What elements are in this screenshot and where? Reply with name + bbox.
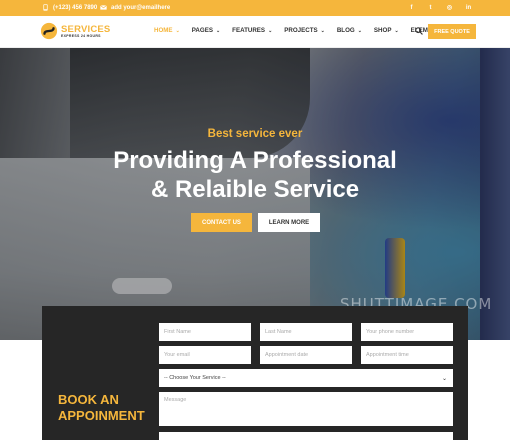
nav-item-label: PROJECTS (284, 27, 318, 34)
last-name-field[interactable]: Last Name (260, 323, 352, 341)
nav-item-label: HOME (154, 27, 173, 34)
service-select[interactable]: -- Choose Your Service -- ⌄ (159, 369, 453, 387)
free-quote-button[interactable]: FREE QUOTE (428, 24, 476, 39)
learn-more-button[interactable]: LEARN MORE (258, 213, 320, 232)
nav-menu: HOME ⌄ PAGES ⌄ FEATURES ⌄ PROJECTS ⌄ BLOG ⌄ S… (154, 27, 452, 34)
hero-title-line-1: Providing A Professional (113, 147, 397, 174)
chevron-down-icon: ⌄ (268, 27, 273, 34)
twitter-icon[interactable]: t (426, 3, 435, 12)
appointment-heading-line-2: APPOINMENT (58, 408, 145, 423)
email-field[interactable]: Your email (159, 346, 251, 364)
hero-title: Providing A Professional & Relaible Serv… (0, 146, 510, 204)
brand-name: SERVICES (61, 23, 111, 35)
phone-number: (+123) 456 7890 (53, 4, 98, 11)
chevron-down-icon: ⌄ (175, 27, 180, 34)
nav-item-label: SHOP (373, 27, 392, 34)
service-select-value: -- Choose Your Service -- (164, 375, 226, 381)
nav-item-shop[interactable]: SHOP ⌄ (374, 27, 399, 34)
chevron-down-icon: ⌄ (320, 27, 325, 34)
chevron-down-icon: ⌄ (357, 27, 362, 34)
facebook-icon[interactable]: f (407, 3, 416, 12)
nav-item-label: PAGES (191, 27, 213, 34)
mail-icon (100, 5, 107, 10)
linkedin-icon[interactable]: in (464, 3, 473, 12)
nav-item-blog[interactable]: BLOG ⌄ (337, 27, 362, 34)
phone-icon (43, 4, 48, 11)
appointment-time-field[interactable]: Appointment time (361, 346, 453, 364)
extra-field-partial[interactable] (159, 432, 453, 442)
nav-item-projects[interactable]: PROJECTS ⌄ (284, 27, 325, 34)
appointment-heading-line-1: BOOK AN (58, 392, 119, 407)
appointment-date-field[interactable]: Appointment date (260, 346, 352, 364)
appointment-heading: BOOK AN APPOINMENT (58, 392, 145, 424)
main-navbar: SERVICES EXPRESS 24 HOURS HOME ⌄ PAGES ⌄ F… (0, 16, 510, 48)
phone-contact[interactable]: (+123) 456 7890 (42, 4, 97, 11)
social-links: f t ◎ in (407, 3, 473, 12)
email-address: add your@emailhere (111, 4, 171, 11)
search-icon[interactable] (415, 27, 423, 35)
email-contact[interactable]: add your@emailhere (100, 4, 170, 11)
hero-title-line-2: & Relaible Service (150, 176, 360, 203)
logo-mark-icon (40, 22, 58, 40)
nav-item-label: BLOG (336, 27, 355, 34)
phone-field[interactable]: Your phone number (361, 323, 453, 341)
chevron-down-icon: ⌄ (215, 27, 221, 34)
nav-item-features[interactable]: FEATURES ⌄ (232, 27, 272, 34)
first-name-field[interactable]: First Name (159, 323, 251, 341)
logo[interactable]: SERVICES EXPRESS 24 HOURS (40, 22, 110, 40)
contact-us-button[interactable]: CONTACT US (191, 213, 252, 232)
appointment-panel: BOOK AN APPOINMENT First Name Last Name … (42, 306, 468, 442)
nav-item-home[interactable]: HOME ⌄ (154, 27, 180, 34)
nav-item-pages[interactable]: PAGES ⌄ (192, 27, 220, 34)
chevron-down-icon: ⌄ (441, 375, 447, 382)
hero-subtitle: Best service ever (207, 128, 303, 140)
instagram-icon[interactable]: ◎ (445, 3, 454, 12)
hero-section: SHUTTIMAGE.COM Best service ever Providi… (0, 48, 510, 340)
nav-item-label: FEATURES (232, 27, 266, 34)
message-textarea[interactable]: Message (159, 392, 453, 426)
chevron-down-icon: ⌄ (394, 27, 399, 34)
top-bar: (+123) 456 7890 add your@emailhere f t ◎… (0, 0, 510, 16)
